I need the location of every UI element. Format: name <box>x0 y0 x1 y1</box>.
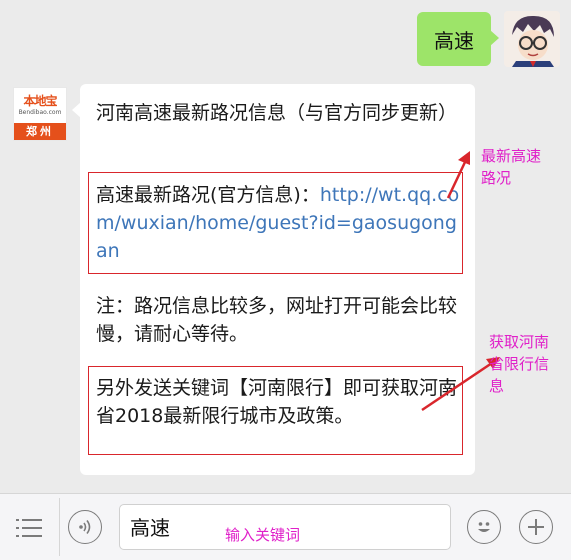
menu-divider <box>59 498 60 556</box>
arrow-line-latest-road <box>446 159 468 199</box>
annotation-arrows <box>421 151 500 412</box>
add-button[interactable] <box>519 510 553 544</box>
emoji-icon <box>478 522 490 532</box>
arrow-line-henan-limit <box>421 361 493 412</box>
annotation-input-keyword: 输入关键词 <box>225 526 301 544</box>
emoji-button[interactable] <box>467 510 501 544</box>
menu-icon[interactable] <box>16 516 44 540</box>
voice-button[interactable] <box>68 510 102 544</box>
add-icon <box>528 519 544 535</box>
message-input-text: 高速 <box>130 516 170 540</box>
annotation-henan-limit: 获取河南 省限行信 息 <box>489 333 550 395</box>
voice-icon <box>79 520 91 534</box>
annotation-latest-road: 最新高速 路况 <box>481 147 542 187</box>
